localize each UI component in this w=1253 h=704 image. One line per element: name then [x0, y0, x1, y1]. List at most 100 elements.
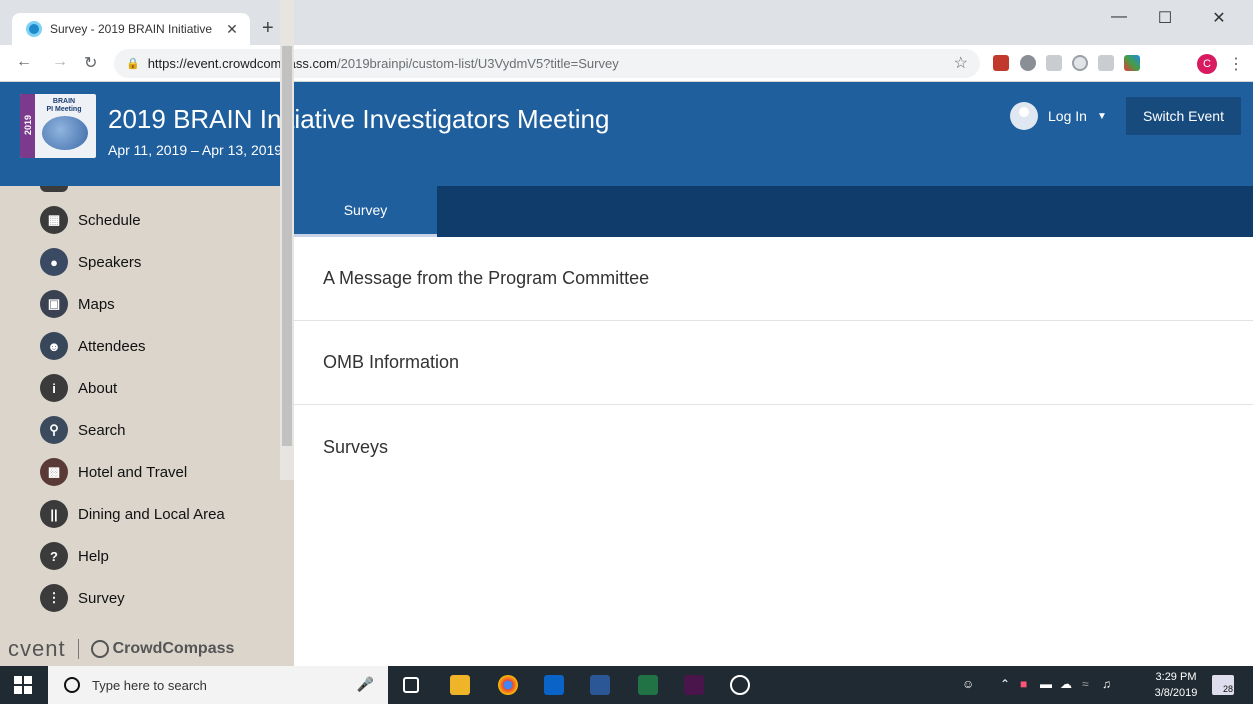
sidebar-item-label: Dining and Local Area	[78, 505, 225, 523]
sidebar-item-attendees[interactable]: ☻ Attendees	[40, 329, 146, 363]
gift-tray-icon[interactable]: ■	[1020, 677, 1027, 691]
tab-close-icon[interactable]: ✕	[224, 21, 240, 38]
extension-gray-icon[interactable]	[1098, 55, 1114, 71]
sidebar-scroll-thumb[interactable]	[282, 46, 292, 446]
sidebar-item-about[interactable]: i About	[40, 371, 117, 405]
battery-tray-icon[interactable]: ▬	[1040, 677, 1052, 691]
sidebar-item-label: Search	[78, 421, 126, 439]
chrome-icon[interactable]	[498, 675, 518, 695]
sidebar-footer: cvent CrowdCompass	[0, 632, 280, 666]
browser-menu-icon[interactable]: ⋮	[1228, 54, 1244, 74]
crowdcompass-logo-icon	[90, 640, 109, 658]
extension-s-icon[interactable]	[1046, 55, 1062, 71]
sidebar-item-label: Maps	[78, 295, 115, 313]
crowdcompass-logo-text: CrowdCompass	[112, 640, 235, 657]
sidebar-item-maps[interactable]: ▣ Maps	[40, 287, 115, 321]
caret-down-icon: ▼	[1096, 110, 1107, 122]
acrobat-extension-icon[interactable]	[993, 55, 1009, 71]
microphone-icon[interactable]: 🎤	[357, 676, 374, 693]
event-logo[interactable]: 2019 BRAIN PI Meeting	[20, 94, 96, 158]
volume-tray-icon[interactable]: ♫	[1102, 677, 1111, 691]
cvent-logo: cvent	[8, 636, 66, 661]
login-label: Log In	[1048, 108, 1087, 124]
sidebar-item-label: Survey	[78, 589, 125, 607]
url-path: /2019brainpi/custom-list/U3VydmV5?title=…	[337, 56, 619, 71]
extension-circle-icon[interactable]	[1072, 55, 1088, 71]
extension-x-icon[interactable]	[1124, 55, 1140, 71]
reload-icon[interactable]: ↻	[84, 53, 97, 73]
list-item[interactable]: Surveys	[294, 405, 1253, 489]
event-title: 2019 BRAIN Initiative Investigators Meet…	[108, 104, 610, 134]
survey-icon: ⋮	[40, 584, 68, 612]
word-icon[interactable]	[590, 675, 610, 695]
tab-title: Survey - 2019 BRAIN Initiative Inv	[50, 22, 216, 36]
taskbar-clock[interactable]: 3:29 PM 3/8/2019	[1152, 669, 1200, 701]
microphone-icon: ●	[40, 248, 68, 276]
close-window-icon[interactable]: ✕	[1196, 8, 1242, 28]
sidebar-item-schedule[interactable]: ▦ Schedule	[40, 203, 141, 237]
windows-start-icon[interactable]	[14, 676, 32, 694]
lock-icon: 🔒	[126, 58, 140, 70]
taskbar-search-box[interactable]: Type here to search 🎤	[48, 666, 388, 704]
profile-avatar[interactable]: C	[1197, 54, 1217, 74]
cortana-icon	[64, 677, 80, 693]
excel-icon[interactable]	[638, 675, 658, 695]
sidebar-item-survey[interactable]: ⋮ Survey	[40, 581, 125, 615]
minimize-window-icon[interactable]: —	[1096, 8, 1142, 26]
browser-toolbar: ← → ↻ 🔒 https://event.crowdcompass.com/2…	[0, 45, 1253, 82]
slack-icon[interactable]	[684, 675, 704, 695]
extension-eye-icon[interactable]	[1020, 55, 1036, 71]
info-icon: i	[40, 374, 68, 402]
forward-arrow-icon[interactable]: →	[52, 53, 68, 71]
clock-time: 3:29 PM	[1155, 671, 1197, 683]
question-icon: ?	[40, 542, 68, 570]
outlook-icon[interactable]	[544, 675, 564, 695]
notification-center-icon[interactable]: 28	[1212, 675, 1234, 695]
people-tray-icon[interactable]: ☺	[962, 677, 974, 691]
tab-survey[interactable]: Survey	[294, 186, 437, 237]
sidebar-item-help[interactable]: ? Help	[40, 539, 109, 573]
people-icon: ☻	[40, 332, 68, 360]
app-circle-icon[interactable]	[730, 675, 750, 695]
calendar-icon: ▦	[40, 206, 68, 234]
list-item[interactable]: OMB Information	[294, 321, 1253, 405]
logo-line-2: PI Meeting	[46, 106, 82, 113]
switch-event-button[interactable]: Switch Event	[1126, 97, 1241, 135]
bookmark-star-icon[interactable]: ☆	[954, 53, 968, 73]
onedrive-tray-icon[interactable]: ☁	[1060, 677, 1072, 691]
maximize-window-icon[interactable]: ☐	[1142, 8, 1188, 28]
browser-tab[interactable]: Survey - 2019 BRAIN Initiative Inv ✕	[12, 13, 250, 45]
tray-overflow-icon[interactable]: ⌃	[1000, 677, 1010, 691]
brain-image-icon	[42, 116, 88, 150]
logo-year-band: 2019	[20, 94, 35, 158]
partial-hidden-icon	[40, 186, 68, 192]
taskbar-search-placeholder: Type here to search	[92, 677, 207, 693]
clock-date: 3/8/2019	[1154, 687, 1198, 699]
sidebar-item-label: Hotel and Travel	[78, 463, 188, 481]
new-tab-button[interactable]: +	[262, 18, 274, 38]
logo-text: BRAIN PI Meeting	[44, 98, 84, 114]
back-arrow-icon[interactable]: ←	[16, 53, 32, 71]
windows-taskbar: Type here to search 🎤 ☺ ⌃ ■ ▬ ☁ ≈ ♫ 3:29…	[0, 666, 1253, 704]
file-explorer-icon[interactable]	[450, 675, 470, 695]
logo-line-1: BRAIN	[52, 98, 76, 105]
search-icon: ⚲	[40, 416, 68, 444]
map-icon: ▣	[40, 290, 68, 318]
list-item[interactable]: A Message from the Program Committee	[294, 237, 1253, 321]
sidebar-item-label: Schedule	[78, 211, 141, 229]
logo-year: 2019	[23, 114, 33, 136]
crowdcompass-favicon-icon	[26, 21, 42, 37]
task-view-icon[interactable]	[403, 677, 419, 693]
sidebar-item-label: Help	[78, 547, 109, 565]
sidebar-item-dining-and-local-area[interactable]: || Dining and Local Area	[40, 497, 225, 531]
car-icon: ▩	[40, 458, 68, 486]
sidebar-item-speakers[interactable]: ● Speakers	[40, 245, 141, 279]
address-bar[interactable]: 🔒 https://event.crowdcompass.com/2019bra…	[114, 49, 980, 78]
sidebar-item-hotel-and-travel[interactable]: ▩ Hotel and Travel	[40, 455, 187, 489]
event-header: 2019 BRAIN PI Meeting 2019 BRAIN Initiat…	[0, 82, 1253, 186]
wifi-tray-icon[interactable]: ≈	[1082, 677, 1089, 691]
footer-divider	[77, 639, 79, 659]
event-dates: Apr 11, 2019 – Apr 13, 2019	[108, 142, 283, 158]
sidebar-item-search[interactable]: ⚲ Search	[40, 413, 126, 447]
login-button[interactable]: Log In ▼	[1010, 102, 1107, 130]
